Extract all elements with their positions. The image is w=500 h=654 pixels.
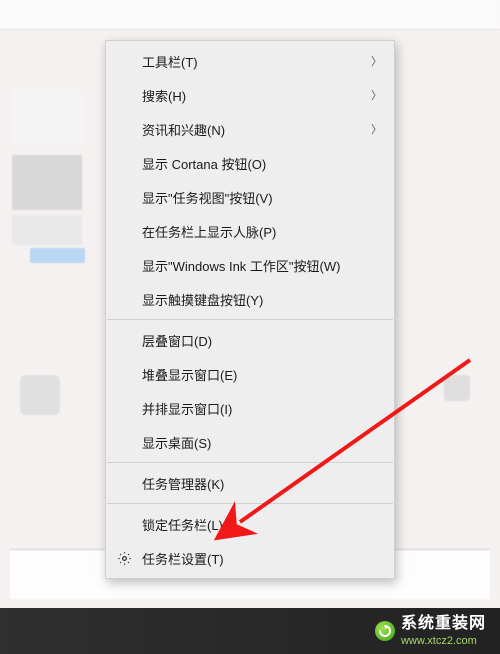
watermark-bar: 系统重装网 www.xtcz2.com	[0, 608, 500, 654]
menu-item-ink[interactable]: 显示"Windows Ink 工作区"按钮(W)	[106, 248, 394, 282]
watermark-brand: 系统重装网	[401, 615, 486, 633]
menu-item-label: 显示 Cortana 按钮(O)	[142, 154, 266, 173]
menu-item-label: 显示"Windows Ink 工作区"按钮(W)	[142, 256, 340, 275]
bg-thumb	[12, 215, 82, 245]
menu-item-label: 显示"任务视图"按钮(V)	[142, 188, 273, 207]
bg-thumb	[12, 155, 82, 210]
bg-thumb	[12, 90, 82, 145]
menu-separator	[107, 319, 393, 320]
menu-item-lock[interactable]: 锁定任务栏(L)	[106, 507, 394, 541]
menu-item-taskmanager[interactable]: 任务管理器(K)	[106, 466, 394, 500]
menu-item-label: 任务管理器(K)	[142, 474, 224, 493]
gear-icon	[116, 550, 132, 566]
chevron-right-icon: 〉	[371, 121, 382, 137]
chevron-right-icon: 〉	[371, 53, 382, 69]
menu-item-cortana[interactable]: 显示 Cortana 按钮(O)	[106, 146, 394, 180]
menu-item-label: 锁定任务栏(L)	[142, 515, 223, 534]
menu-item-label: 工具栏(T)	[142, 52, 198, 71]
menu-item-label: 层叠窗口(D)	[142, 331, 212, 350]
menu-item-taskview[interactable]: 显示"任务视图"按钮(V)	[106, 180, 394, 214]
menu-item-news[interactable]: 资讯和兴趣(N) 〉	[106, 112, 394, 146]
menu-item-label: 资讯和兴趣(N)	[142, 120, 225, 139]
brand-logo-icon	[375, 621, 395, 641]
menu-item-label: 任务栏设置(T)	[142, 549, 224, 568]
menu-item-label: 并排显示窗口(I)	[142, 399, 232, 418]
menu-item-toolbar[interactable]: 工具栏(T) 〉	[106, 44, 394, 78]
menu-separator	[107, 503, 393, 504]
bg-selection	[30, 248, 85, 263]
menu-item-cascade[interactable]: 层叠窗口(D)	[106, 323, 394, 357]
bg-thumb	[444, 375, 470, 401]
menu-item-sidebyside[interactable]: 并排显示窗口(I)	[106, 391, 394, 425]
menu-item-label: 堆叠显示窗口(E)	[142, 365, 237, 384]
menu-item-showdesktop[interactable]: 显示桌面(S)	[106, 425, 394, 459]
bg-thumb	[20, 375, 60, 415]
menu-item-stacked[interactable]: 堆叠显示窗口(E)	[106, 357, 394, 391]
chevron-right-icon: 〉	[371, 87, 382, 103]
menu-item-search[interactable]: 搜索(H) 〉	[106, 78, 394, 112]
taskbar-context-menu: 工具栏(T)〉搜索(H)〉资讯和兴趣(N)〉显示 Cortana 按钮(O)显示…	[105, 40, 395, 579]
menu-item-touchkb[interactable]: 显示触摸键盘按钮(Y)	[106, 282, 394, 316]
menu-item-label: 显示桌面(S)	[142, 433, 211, 452]
watermark-url: www.xtcz2.com	[401, 635, 486, 647]
menu-separator	[107, 462, 393, 463]
menu-item-people[interactable]: 在任务栏上显示人脉(P)	[106, 214, 394, 248]
window-titlebar-fragment	[0, 0, 500, 30]
menu-item-label: 在任务栏上显示人脉(P)	[142, 222, 276, 241]
menu-item-settings[interactable]: 任务栏设置(T)	[106, 541, 394, 575]
menu-item-label: 搜索(H)	[142, 86, 186, 105]
menu-item-label: 显示触摸键盘按钮(Y)	[142, 290, 263, 309]
